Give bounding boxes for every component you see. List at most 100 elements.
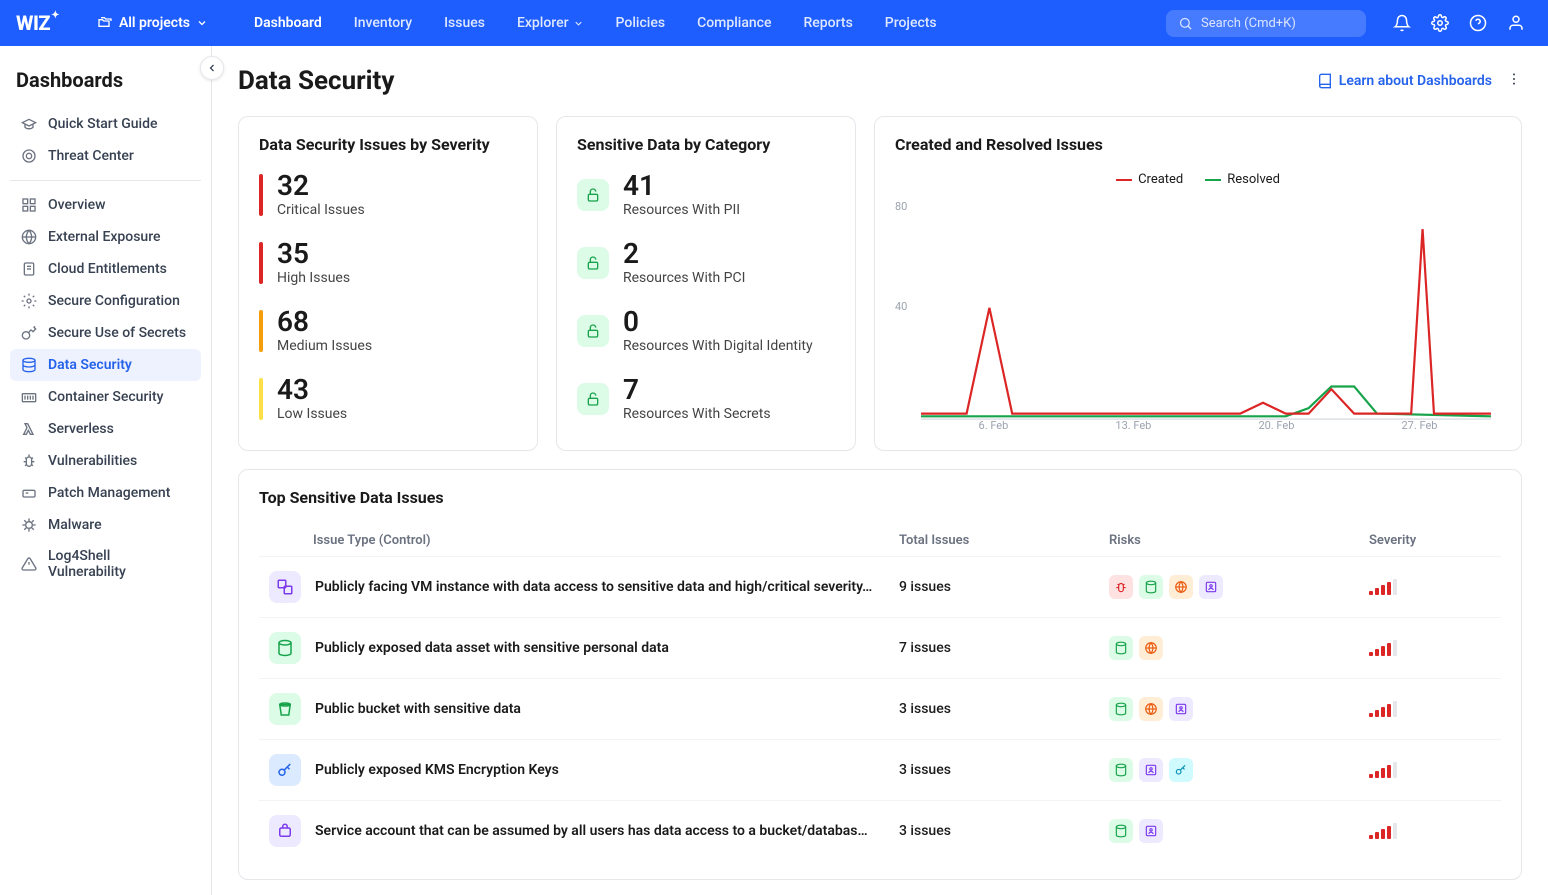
sidebar-item-label: Serverless: [48, 421, 114, 437]
sidebar-item-patch-management[interactable]: Patch Management: [10, 477, 201, 509]
issue-total: 3 issues: [899, 823, 1109, 839]
category-label: Resources With PII: [623, 202, 740, 218]
category-row[interactable]: 0Resources With Digital Identity: [577, 308, 835, 354]
topnav-item-projects[interactable]: Projects: [871, 9, 951, 37]
col-header-risks: Risks: [1109, 533, 1369, 548]
severity-row[interactable]: 68Medium Issues: [259, 308, 517, 354]
table-row[interactable]: Service account that can be assumed by a…: [259, 800, 1501, 861]
risk-badge-globe: [1139, 697, 1163, 721]
user-icon[interactable]: [1500, 7, 1532, 39]
table-row[interactable]: Public bucket with sensitive data3 issue…: [259, 678, 1501, 739]
card-title: Sensitive Data by Category: [577, 135, 835, 154]
sidebar-item-label: Vulnerabilities: [48, 453, 137, 469]
sidebar-item-log4shell-vulnerability[interactable]: Log4Shell Vulnerability: [10, 541, 201, 587]
category-row[interactable]: 2 Resources With PCI: [577, 240, 835, 286]
search-icon: [1178, 16, 1193, 31]
top-icon-group: [1386, 7, 1532, 39]
top-nav-bar: WIZ✦ All projects DashboardInventoryIssu…: [0, 0, 1548, 46]
severity-bars: [1369, 701, 1491, 717]
malware-icon: [20, 516, 38, 534]
x-tick: 13. Feb: [1115, 419, 1151, 432]
issue-total: 3 issues: [899, 762, 1109, 778]
help-icon[interactable]: [1462, 7, 1494, 39]
risk-badges: [1109, 819, 1369, 843]
learn-link[interactable]: Learn about Dashboards: [1317, 73, 1492, 89]
issue-type-icon: [269, 632, 301, 664]
category-row[interactable]: 41Resources With PII: [577, 172, 835, 218]
risk-badge-data: [1109, 636, 1133, 660]
sidebar-item-vulnerabilities[interactable]: Vulnerabilities: [10, 445, 201, 477]
issue-total: 7 issues: [899, 640, 1109, 656]
lock-icon: [577, 247, 609, 279]
topnav-item-explorer[interactable]: Explorer: [503, 9, 598, 37]
severity-bars: [1369, 640, 1491, 656]
risk-badge-globe: [1139, 636, 1163, 660]
issue-type-text: Publicly facing VM instance with data ac…: [315, 579, 872, 595]
category-count: 2: [623, 240, 745, 268]
sidebar-item-overview[interactable]: Overview: [10, 189, 201, 221]
sidebar-collapse-button[interactable]: [200, 56, 224, 80]
issue-type-text: Service account that can be assumed by a…: [315, 823, 875, 839]
sidebar-item-label: External Exposure: [48, 229, 161, 245]
issue-type-icon: [269, 754, 301, 786]
sidebar-item-quick-start-guide[interactable]: Quick Start Guide: [10, 108, 201, 140]
chart-legend: CreatedResolved: [895, 172, 1501, 187]
risk-badge-id: [1139, 819, 1163, 843]
topnav-item-issues[interactable]: Issues: [430, 9, 499, 37]
severity-card: Data Security Issues by Severity 32Criti…: [238, 116, 538, 451]
table-row[interactable]: Publicly facing VM instance with data ac…: [259, 556, 1501, 617]
sidebar-item-container-security[interactable]: Container Security: [10, 381, 201, 413]
notifications-icon[interactable]: [1386, 7, 1418, 39]
table-row[interactable]: Publicly exposed data asset with sensiti…: [259, 617, 1501, 678]
topnav-item-compliance[interactable]: Compliance: [683, 9, 785, 37]
topnav-item-reports[interactable]: Reports: [790, 9, 867, 37]
topnav-item-inventory[interactable]: Inventory: [340, 9, 426, 37]
sidebar-item-cloud-entitlements[interactable]: Cloud Entitlements: [10, 253, 201, 285]
more-menu-button[interactable]: [1506, 71, 1522, 91]
lock-icon: [577, 179, 609, 211]
severity-row[interactable]: 32Critical Issues: [259, 172, 517, 218]
sidebar-item-serverless[interactable]: Serverless: [10, 413, 201, 445]
bug-icon: [20, 452, 38, 470]
category-row[interactable]: 7Resources With Secrets: [577, 376, 835, 422]
x-tick: 20. Feb: [1258, 419, 1294, 432]
table-row[interactable]: Publicly exposed KMS Encryption Keys3 is…: [259, 739, 1501, 800]
issues-table-card: Top Sensitive Data Issues Issue Type (Co…: [238, 469, 1522, 880]
lambda-icon: [20, 420, 38, 438]
sidebar-item-secure-configuration[interactable]: Secure Configuration: [10, 285, 201, 317]
issue-type-icon: [269, 571, 301, 603]
sidebar-item-secure-use-of-secrets[interactable]: Secure Use of Secrets: [10, 317, 201, 349]
risk-badges: [1109, 636, 1369, 660]
page-title: Data Security: [238, 66, 394, 96]
sidebar: Dashboards Quick Start GuideThreat Cente…: [0, 46, 212, 895]
category-label: Resources With Secrets: [623, 406, 771, 422]
sidebar-item-data-security[interactable]: Data Security: [10, 349, 201, 381]
severity-label: Low Issues: [277, 406, 347, 422]
severity-row[interactable]: 43 Low Issues: [259, 376, 517, 422]
risk-badge-kms: [1169, 758, 1193, 782]
severity-label: High Issues: [277, 270, 350, 286]
search-input[interactable]: Search (Cmd+K): [1166, 10, 1366, 37]
severity-bar: [259, 242, 263, 284]
settings-icon[interactable]: [1424, 7, 1456, 39]
topnav-item-policies[interactable]: Policies: [602, 9, 680, 37]
x-ticks: 6. Feb13. Feb20. Feb27. Feb: [925, 419, 1491, 432]
severity-count: 43: [277, 376, 347, 404]
card-title: Top Sensitive Data Issues: [259, 488, 1501, 507]
project-selector[interactable]: All projects: [85, 9, 220, 37]
data-icon: [20, 356, 38, 374]
sidebar-item-external-exposure[interactable]: External Exposure: [10, 221, 201, 253]
risk-badge-bug: [1109, 575, 1133, 599]
risk-badge-data: [1109, 697, 1133, 721]
sidebar-item-malware[interactable]: Malware: [10, 509, 201, 541]
severity-row[interactable]: 35High Issues: [259, 240, 517, 286]
sidebar-item-label: Quick Start Guide: [48, 116, 157, 132]
sidebar-item-label: Secure Use of Secrets: [48, 325, 186, 341]
topnav-item-dashboard[interactable]: Dashboard: [240, 9, 336, 37]
patch-icon: [20, 484, 38, 502]
sidebar-item-label: Patch Management: [48, 485, 170, 501]
sidebar-item-threat-center[interactable]: Threat Center: [10, 140, 201, 172]
category-label: Resources With PCI: [623, 270, 745, 286]
severity-count: 32: [277, 172, 365, 200]
layout: Dashboards Quick Start GuideThreat Cente…: [0, 46, 1548, 895]
